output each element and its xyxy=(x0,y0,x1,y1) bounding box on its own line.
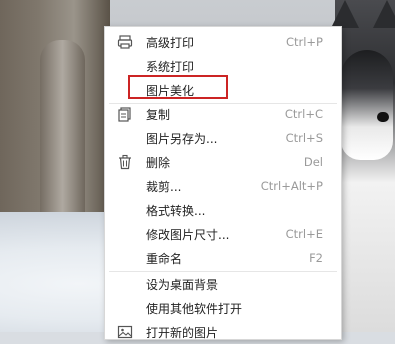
menu-item-label: 格式转换... xyxy=(146,203,206,218)
menu-item-delete[interactable]: 删除 Del xyxy=(105,150,341,174)
copy-icon xyxy=(117,106,133,122)
menu-item-format-convert[interactable]: 格式转换... xyxy=(105,198,341,222)
menu-item-label: 删除 xyxy=(146,155,171,170)
menu-item-label: 打开新的图片 xyxy=(146,325,219,340)
menu-item-shortcut: Ctrl+S xyxy=(285,131,323,145)
menu-item-set-wallpaper[interactable]: 设为桌面背景 xyxy=(105,272,341,296)
printer-icon xyxy=(117,34,133,50)
menu-item-label: 高级打印 xyxy=(146,35,195,50)
menu-item-rename[interactable]: 重命名 F2 xyxy=(105,246,341,270)
menu-item-shortcut: Ctrl+Alt+P xyxy=(260,179,323,193)
highlight-box xyxy=(128,75,228,99)
menu-item-copy[interactable]: 复制 Ctrl+C xyxy=(105,102,341,126)
menu-item-label: 使用其他软件打开 xyxy=(146,301,243,316)
photo-husky-ear-right xyxy=(373,0,395,28)
context-menu: 高级打印 Ctrl+P 系统打印 图片美化 复制 Ctrl+C 图片另存为...… xyxy=(104,26,342,340)
menu-item-resize-image[interactable]: 修改图片尺寸... Ctrl+E xyxy=(105,222,341,246)
menu-item-advanced-print[interactable]: 高级打印 Ctrl+P xyxy=(105,30,341,54)
menu-item-shortcut: Del xyxy=(303,155,323,169)
menu-item-label: 设为桌面背景 xyxy=(146,277,219,292)
trash-icon xyxy=(117,154,133,170)
menu-item-shortcut: Ctrl+P xyxy=(285,35,323,49)
menu-item-label: 系统打印 xyxy=(146,59,195,74)
menu-item-open-new-image[interactable]: 打开新的图片 xyxy=(105,320,341,344)
menu-item-crop[interactable]: 裁剪... Ctrl+Alt+P xyxy=(105,174,341,198)
photo-husky-ear-left xyxy=(331,0,359,28)
menu-item-label: 裁剪... xyxy=(146,179,182,194)
image-icon xyxy=(117,324,133,340)
menu-item-shortcut: Ctrl+E xyxy=(285,227,323,241)
menu-item-label: 图片另存为... xyxy=(146,131,218,146)
menu-item-label: 重命名 xyxy=(146,251,183,266)
menu-item-label: 修改图片尺寸... xyxy=(146,227,230,242)
photo-husky-face xyxy=(341,50,393,160)
menu-item-shortcut: F2 xyxy=(309,251,323,265)
menu-item-open-with[interactable]: 使用其他软件打开 xyxy=(105,296,341,320)
menu-item-save-as[interactable]: 图片另存为... Ctrl+S xyxy=(105,126,341,150)
menu-item-label: 复制 xyxy=(146,107,171,122)
menu-item-shortcut: Ctrl+C xyxy=(284,107,323,121)
photo-husky-nose xyxy=(377,112,389,122)
